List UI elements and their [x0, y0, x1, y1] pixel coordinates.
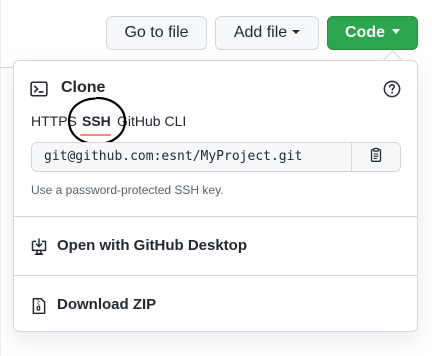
- go-to-file-button[interactable]: Go to file: [106, 16, 207, 50]
- question-icon[interactable]: [383, 80, 401, 103]
- go-to-file-label: Go to file: [124, 24, 189, 41]
- page-divider: [0, 67, 14, 68]
- caret-down-icon: [392, 29, 400, 35]
- download-zip-label: Download ZIP: [57, 296, 157, 313]
- copy-icon: [368, 147, 384, 168]
- clone-url-field: [31, 142, 401, 172]
- annotation-circle: [67, 96, 127, 146]
- open-with-github-desktop-label: Open with GitHub Desktop: [57, 237, 247, 254]
- copy-url-button[interactable]: [351, 143, 400, 171]
- page-edge: [0, 0, 1, 356]
- add-file-button[interactable]: Add file: [215, 16, 319, 50]
- clone-url-input[interactable]: [32, 143, 352, 171]
- open-with-github-desktop-item[interactable]: Open with GitHub Desktop: [14, 217, 417, 275]
- file-zip-icon: [30, 297, 48, 320]
- code-label: Code: [345, 24, 385, 41]
- download-zip-item[interactable]: Download ZIP: [14, 276, 417, 334]
- add-file-label: Add file: [233, 24, 288, 41]
- ssh-hint: Use a password-protected SSH key.: [31, 183, 224, 197]
- page: Go to file Add file Code Clone HTTPS SSH…: [0, 0, 432, 356]
- caret-down-icon: [292, 29, 301, 34]
- terminal-icon: [30, 80, 48, 103]
- code-button[interactable]: Code: [327, 16, 418, 50]
- desktop-download-icon: [30, 238, 48, 261]
